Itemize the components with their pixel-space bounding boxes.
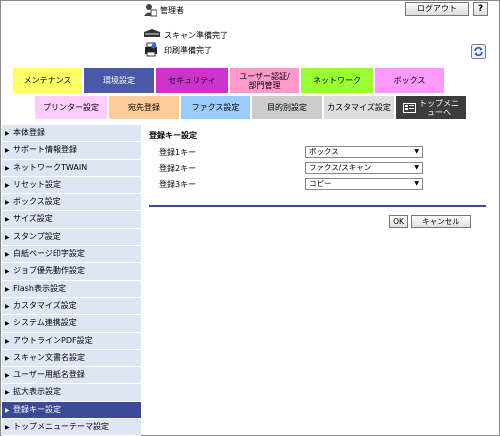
register-key-1-value: ボックス bbox=[309, 147, 339, 156]
arrow-right-icon: ▶ bbox=[5, 320, 10, 328]
chevron-down-icon: ▼ bbox=[414, 148, 419, 155]
arrow-right-icon: ▶ bbox=[5, 302, 10, 310]
print-status: 印刷準備完了 bbox=[164, 46, 212, 55]
sidebar-item-label: Flash表示設定 bbox=[13, 283, 66, 293]
tab-environment[interactable]: 環境設定 bbox=[84, 68, 154, 93]
sidebar-item-label: システム連携設定 bbox=[13, 318, 77, 328]
sidebar-item-register-key[interactable]: ▶ 登録キー設定 bbox=[2, 401, 141, 420]
sidebar-item-label: トップメニューテーマ設定 bbox=[13, 422, 109, 432]
sidebar-item-label: 白紙ページ印字設定 bbox=[13, 249, 85, 259]
tab-maintenance[interactable]: メンテナンス bbox=[13, 68, 82, 93]
ok-button[interactable]: OK bbox=[389, 215, 408, 228]
sidebar-item-stamp-settings[interactable]: ▶ スタンプ設定 bbox=[2, 228, 141, 247]
register-key-1-select[interactable]: ボックス ▼ bbox=[305, 146, 423, 158]
tab-address-registration[interactable]: 宛先登録 bbox=[109, 96, 179, 119]
section-divider bbox=[149, 205, 486, 207]
arrow-right-icon: ▶ bbox=[5, 147, 10, 155]
sidebar-item-label: ジョブ優先動作設定 bbox=[13, 266, 85, 276]
sidebar-item-label: ユーザー用紙名登録 bbox=[13, 370, 85, 380]
tab-box[interactable]: ボックス bbox=[375, 68, 444, 93]
arrow-right-icon: ▶ bbox=[5, 130, 10, 137]
scan-status: スキャン準備完了 bbox=[164, 31, 228, 40]
arrow-right-icon: ▶ bbox=[5, 268, 10, 276]
scanner-icon bbox=[144, 29, 160, 37]
sidebar-item-job-priority[interactable]: ▶ ジョブ優先動作設定 bbox=[2, 263, 141, 281]
sidebar-item-label: 拡大表示設定 bbox=[13, 387, 61, 397]
register-key-2-select[interactable]: ファクス/スキャン ▼ bbox=[305, 162, 423, 174]
tab-printer-settings[interactable]: プリンター設定 bbox=[35, 96, 107, 119]
tab-top-menu-label: トップメニューへ bbox=[419, 98, 459, 117]
sidebar-item-label: アウトラインPDF設定 bbox=[13, 335, 93, 345]
arrow-right-icon: ▶ bbox=[5, 389, 10, 397]
user-label: 管理者 bbox=[160, 6, 184, 15]
page-title: 登録キー設定 bbox=[149, 131, 197, 140]
admin-user-icon bbox=[144, 4, 157, 17]
chevron-down-icon: ▼ bbox=[414, 164, 419, 171]
sidebar-item-blank-page-print[interactable]: ▶ 白紙ページ印字設定 bbox=[2, 246, 141, 264]
arrow-right-icon: ▶ bbox=[5, 354, 10, 362]
sidebar-item-reset-settings[interactable]: ▶ リセット設定 bbox=[2, 176, 141, 195]
register-key-3-label: 登録3キー bbox=[159, 180, 197, 189]
refresh-icon[interactable] bbox=[471, 44, 486, 59]
register-key-3-value: コピー bbox=[309, 179, 332, 188]
sidebar-item-label: スキャン文書名設定 bbox=[13, 352, 85, 362]
arrow-right-icon: ▶ bbox=[5, 337, 10, 345]
arrow-right-icon: ▶ bbox=[5, 285, 10, 293]
sidebar-item-enlarged-display[interactable]: ▶ 拡大表示設定 bbox=[2, 384, 141, 402]
tab-network[interactable]: ネットワーク bbox=[301, 68, 373, 93]
menu-screen-icon bbox=[403, 102, 416, 113]
arrow-right-icon: ▶ bbox=[5, 424, 10, 432]
arrow-right-icon: ▶ bbox=[5, 372, 10, 380]
arrow-right-icon: ▶ bbox=[5, 406, 10, 414]
sidebar-item-device-registration[interactable]: ▶ 本体登録 bbox=[2, 125, 141, 143]
sidebar-item-label: 登録キー設定 bbox=[13, 404, 61, 414]
sidebar-item-label: ネットワークTWAIN bbox=[13, 162, 88, 172]
arrow-right-icon: ▶ bbox=[5, 199, 10, 207]
cancel-button[interactable]: キャンセル bbox=[411, 215, 471, 228]
logout-button[interactable]: ログアウト bbox=[405, 2, 469, 16]
sidebar-item-scan-document-name[interactable]: ▶ スキャン文書名設定 bbox=[2, 349, 141, 368]
sidebar-item-label: リセット設定 bbox=[13, 179, 61, 189]
sidebar-item-size-settings[interactable]: ▶ サイズ設定 bbox=[2, 211, 141, 229]
help-button[interactable]: ? bbox=[473, 2, 488, 16]
tab-fax-settings[interactable]: ファクス設定 bbox=[181, 96, 250, 119]
printer-icon bbox=[145, 42, 157, 57]
tab-purpose-settings[interactable]: 目的別設定 bbox=[252, 96, 322, 119]
arrow-right-icon: ▶ bbox=[5, 233, 10, 241]
tab-top-menu[interactable]: トップメニューへ bbox=[396, 96, 466, 119]
register-key-2-label: 登録2キー bbox=[159, 164, 197, 173]
sidebar-item-system-integration[interactable]: ▶ システム連携設定 bbox=[2, 315, 141, 333]
sidebar-item-box-settings[interactable]: ▶ ボックス設定 bbox=[2, 194, 141, 212]
sidebar-item-flash-display[interactable]: ▶ Flash表示設定 bbox=[2, 280, 141, 298]
register-key-1-label: 登録1キー bbox=[159, 148, 197, 157]
sidebar-item-label: カスタマイズ設定 bbox=[13, 300, 77, 310]
sidebar-item-label: サポート情報登録 bbox=[13, 145, 77, 155]
sidebar-item-label: 本体登録 bbox=[13, 128, 45, 137]
arrow-right-icon: ▶ bbox=[5, 164, 10, 172]
tab-security[interactable]: セキュリティ bbox=[156, 68, 228, 93]
sidebar-item-customize[interactable]: ▶ カスタマイズ設定 bbox=[2, 297, 141, 316]
sidebar: ▶ 本体登録 ▶ サポート情報登録 ▶ ネットワークTWAIN ▶ リセット設定 ▶ ボッ… bbox=[2, 125, 141, 436]
tab-customize-settings[interactable]: カスタマイズ設定 bbox=[324, 96, 394, 119]
arrow-right-icon: ▶ bbox=[5, 216, 10, 224]
sidebar-item-support-info[interactable]: ▶ サポート情報登録 bbox=[2, 142, 141, 160]
sidebar-item-top-menu-theme[interactable]: ▶ トップメニューテーマ設定 bbox=[2, 419, 141, 436]
register-key-3-select[interactable]: コピー ▼ bbox=[305, 178, 423, 190]
arrow-right-icon: ▶ bbox=[5, 181, 10, 189]
arrow-right-icon: ▶ bbox=[5, 251, 10, 259]
sidebar-item-label: ボックス設定 bbox=[13, 197, 61, 207]
sidebar-item-label: スタンプ設定 bbox=[13, 231, 61, 241]
sidebar-item-label: サイズ設定 bbox=[13, 214, 53, 224]
chevron-down-icon: ▼ bbox=[414, 180, 419, 187]
sidebar-item-user-paper-name[interactable]: ▶ ユーザー用紙名登録 bbox=[2, 367, 141, 385]
tab-user-auth[interactable]: ユーザー認証/部門管理 bbox=[230, 68, 299, 93]
sidebar-item-outline-pdf[interactable]: ▶ アウトラインPDF設定 bbox=[2, 332, 141, 350]
sidebar-item-network-twain[interactable]: ▶ ネットワークTWAIN bbox=[2, 159, 141, 177]
register-key-2-value: ファクス/スキャン bbox=[309, 163, 372, 172]
